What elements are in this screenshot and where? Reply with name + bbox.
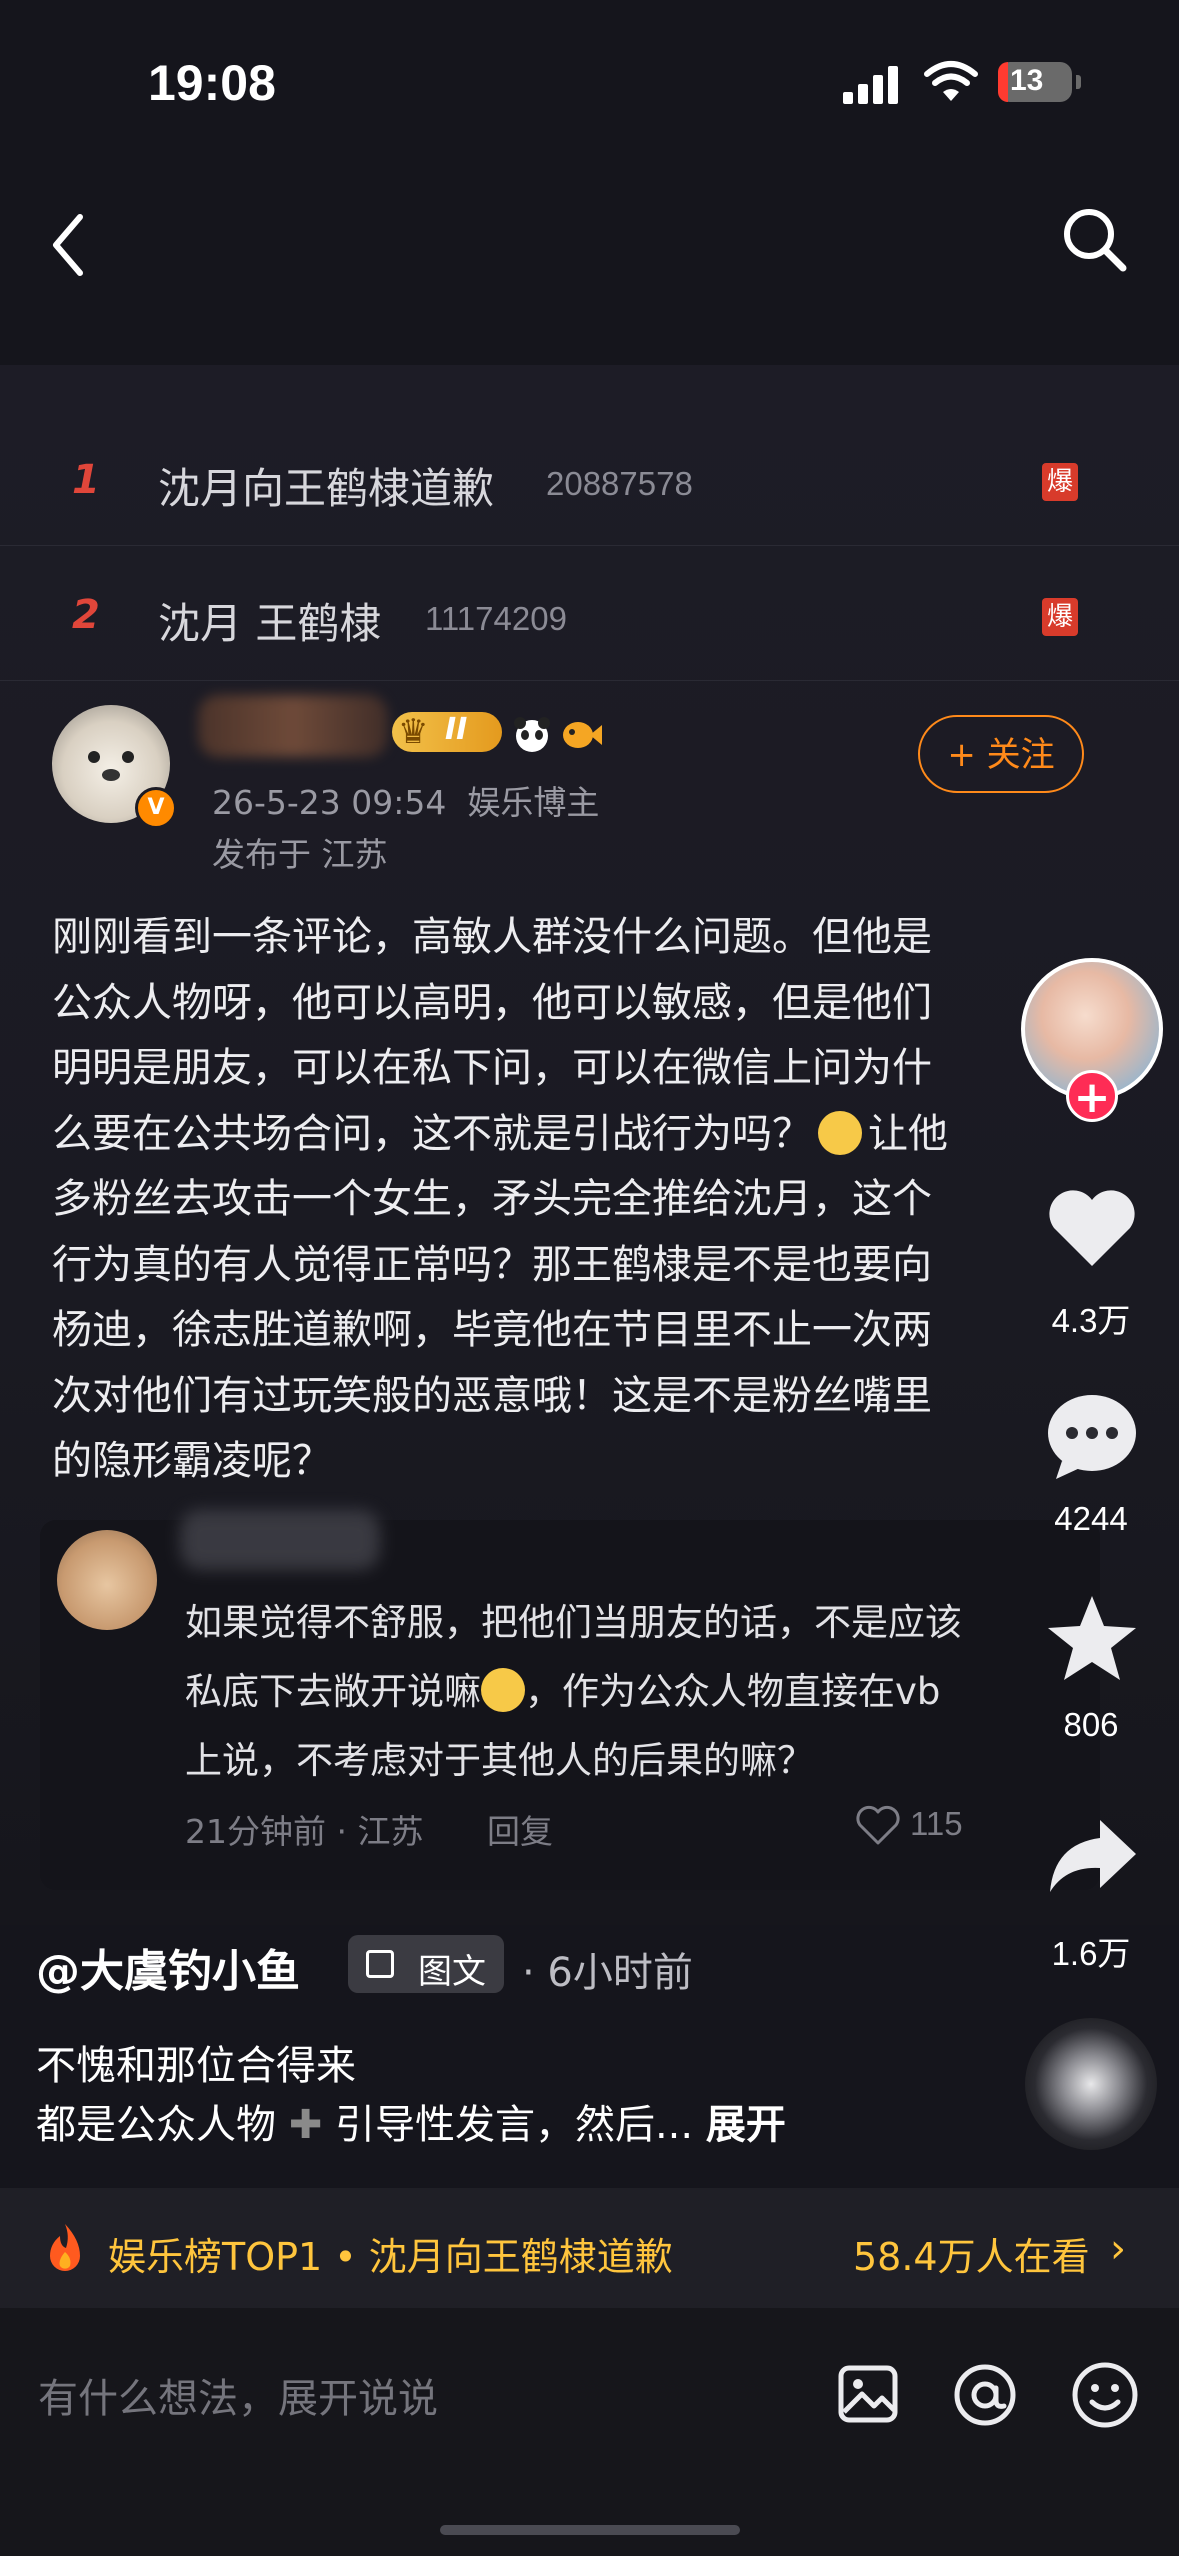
post-location: 发布于 江苏 <box>212 835 388 874</box>
post-body: 刚刚看到一条评论，高敏人群没什么问题。但他是 公众人物呀，他可以高明，他可以敏感… <box>52 905 1062 1495</box>
battery-level: 13 <box>1010 64 1044 97</box>
status-time: 19:08 <box>148 55 276 111</box>
author-handle[interactable]: @大虞钓小鱼 <box>36 1935 300 1999</box>
home-indicator <box>440 2525 740 2535</box>
crown-icon: ♛ <box>398 712 429 752</box>
follow-button[interactable]: + 关注 <box>918 715 1084 793</box>
rank-count: 20887578 <box>546 465 693 502</box>
viewers-count: 58.4万人在看 <box>853 2235 1090 2279</box>
rank-number: 2 <box>72 592 100 638</box>
caption-line: 不愧和那位合得来 <box>36 2043 356 2089</box>
emoji-button[interactable] <box>1070 2360 1140 2430</box>
share-button[interactable] <box>1042 1806 1142 1906</box>
reply-link: 回复 <box>487 1812 553 1851</box>
back-button[interactable] <box>40 205 100 285</box>
music-disc[interactable] <box>1025 2018 1157 2150</box>
post-body-line: 的隐形霸凌呢？ <box>52 1438 332 1484</box>
like-button[interactable] <box>1042 1178 1142 1278</box>
crying-emoji-icon <box>481 1668 525 1712</box>
post-body-line: 行为真的有人觉得正常吗？那王鹤棣是不是也要向 <box>52 1241 932 1288</box>
wifi-icon <box>924 61 978 101</box>
post-body-line: 公众人物呀，他可以高明，他可以敏感，但是他们 <box>52 979 932 1026</box>
favorite-button[interactable] <box>1042 1590 1142 1690</box>
comment-input[interactable] <box>36 2368 800 2430</box>
post-timestamp: 26-5-23 09:54 <box>212 783 447 822</box>
reply-avatar <box>57 1530 157 1630</box>
hot-badge: 爆 <box>1042 463 1078 501</box>
trending-text: 娱乐榜TOP1 • 沈月向王鹤棣道歉 <box>108 2235 673 2279</box>
post-type-label: 图文 <box>418 1952 486 1992</box>
chevron-right-icon: › <box>1110 2226 1126 2272</box>
image-post-icon <box>366 1950 394 1978</box>
heart-outline-icon <box>856 1805 900 1845</box>
post-body-line: 多粉丝去攻击一个女生，矛头完全推给沈月，这个 <box>52 1176 932 1222</box>
search-button[interactable] <box>1055 200 1135 280</box>
like-count: 4.3万 <box>1051 1302 1131 1339</box>
rank-count: 11174209 <box>425 600 567 637</box>
rank-title: 沈月 王鹤棣 <box>158 599 382 648</box>
rank-number: 1 <box>72 457 100 503</box>
battery-icon: 13 <box>998 62 1072 102</box>
shush-emoji-icon <box>818 1110 862 1155</box>
hot-badge: 爆 <box>1042 598 1078 636</box>
fish-icon <box>563 722 602 748</box>
verified-badge-icon: V <box>135 787 177 829</box>
post-body-line: 明明是朋友，可以在私下问，可以在微信上问为什 <box>52 1045 932 1091</box>
share-count: 1.6万 <box>1051 1935 1131 1972</box>
reply-text: 如果觉得不舒服，把他们当朋友的话，不是应该 私底下去敞开说嘛 ，作为公众人物直接在… <box>185 1601 962 1782</box>
rank-title: 沈月向王鹤棣道歉 <box>158 464 495 513</box>
reply-meta: 21分钟前 · 江苏 <box>185 1812 424 1851</box>
plus-emoji-icon: ✚ <box>288 2102 323 2148</box>
mention-button[interactable] <box>950 2360 1020 2430</box>
blurred-reply-name <box>180 1510 380 1570</box>
panda-icon <box>514 717 550 752</box>
blurred-author-name <box>198 695 388 757</box>
post-role: 娱乐博主 <box>467 783 600 822</box>
reply-like-count: 115 <box>910 1805 963 1842</box>
signal-icon <box>843 66 898 104</box>
caption-line: 都是公众人物 ✚ 引导性发言，然后... 展开 <box>36 2102 786 2148</box>
post-body-line: 杨迪，徐志胜道歉啊，毕竟他在节目里不止一次两 <box>52 1307 932 1353</box>
post-body-line: 刚刚看到一条评论，高敏人群没什么问题。但他是 <box>52 914 932 960</box>
post-meta: 26-5-23 09:54 娱乐博主 <box>212 776 599 824</box>
image-picker-button[interactable] <box>836 2362 900 2426</box>
hot-list-row: 1 沈月向王鹤棣道歉 20887578 爆 <box>0 415 1179 546</box>
post-body-line: 么要在公共场合问，这不就是引战行为吗？ 让他 <box>52 1110 948 1157</box>
hot-list-row: 2 沈月 王鹤棣 11174209 爆 <box>0 550 1179 681</box>
fire-icon <box>50 2224 80 2271</box>
level-text: II <box>445 712 468 747</box>
post-body-line: 次对他们有过玩笑般的恶意哦！这是不是粉丝嘴里 <box>52 1372 932 1419</box>
expand-link[interactable]: 展开 <box>706 2102 786 2148</box>
favorite-count: 806 <box>1063 1706 1119 1743</box>
comment-bar <box>0 2308 1179 2556</box>
comment-button[interactable] <box>1042 1385 1142 1485</box>
follow-plus-button[interactable]: + <box>1066 1070 1118 1123</box>
post-time: · 6小时前 <box>522 1950 693 1996</box>
comment-count: 4244 <box>1054 1500 1128 1537</box>
